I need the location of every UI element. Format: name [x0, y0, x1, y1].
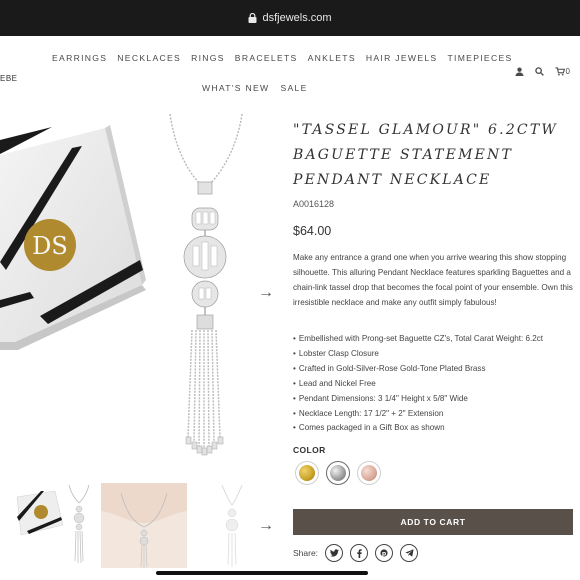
pinterest-icon[interactable]: p	[375, 544, 394, 562]
search-icon[interactable]	[534, 67, 544, 76]
nav-item-earrings[interactable]: EARRINGS	[52, 53, 107, 63]
home-indicator	[156, 571, 368, 575]
browser-url-bar[interactable]: dsfjewels.com	[0, 0, 580, 36]
nav-item-rings[interactable]: RINGS	[191, 53, 225, 63]
nav-item-bracelets[interactable]: BRACELETS	[235, 53, 298, 63]
thumbnail-next-arrow[interactable]: →	[258, 517, 274, 535]
color-swatch-rose-gold[interactable]	[357, 461, 381, 485]
product-description: Make any entrance a grand one when you a…	[293, 253, 573, 307]
swatch-fill-rose-gold	[361, 465, 377, 481]
header-icons: 0	[514, 67, 570, 76]
feature-item: Necklace Length: 17 1/2" + 2" Extension	[293, 407, 578, 422]
nav-item-necklaces[interactable]: NECKLACES	[117, 53, 181, 63]
product-title: "TASSEL GLAMOUR" 6.2CTW BAGUETTE STATEME…	[293, 122, 558, 188]
product-price: $64.00	[293, 224, 332, 238]
add-to-cart-button[interactable]: ADD TO CART	[293, 509, 573, 535]
share-label: Share:	[293, 548, 319, 558]
nav-item-whats-new[interactable]: WHAT'S NEW	[202, 83, 269, 93]
thumbnail-model-wearing[interactable]	[101, 483, 187, 568]
thumbnail-gift-box[interactable]	[15, 483, 65, 568]
swatch-fill-silver	[330, 465, 346, 481]
product-sku: A0016128	[293, 199, 335, 209]
ds-logo-text: DS	[32, 232, 68, 260]
product-image-necklace[interactable]	[162, 112, 248, 472]
nav-item-sale[interactable]: SALE	[280, 83, 307, 93]
thumbnail-necklace-detail[interactable]	[212, 483, 252, 568]
facebook-icon[interactable]	[350, 544, 369, 562]
brand-logo-fragment[interactable]: EBE	[0, 74, 18, 83]
svg-text:p: p	[382, 550, 387, 557]
swatch-fill-gold	[299, 465, 315, 481]
cart-count: 0	[565, 67, 570, 76]
telegram-icon[interactable]	[400, 544, 419, 562]
thumbnail-necklace[interactable]	[65, 483, 93, 568]
gallery-next-arrow[interactable]: →	[258, 284, 274, 302]
lock-icon	[248, 13, 257, 23]
feature-item: Comes packaged in a Gift Box as shown	[293, 421, 578, 436]
main-nav-row2: WHAT'S NEW SALE	[202, 83, 308, 93]
user-icon[interactable]	[514, 67, 524, 76]
twitter-icon[interactable]	[325, 544, 344, 562]
product-image-gift-box[interactable]: DS	[0, 110, 150, 350]
main-nav: EARRINGS NECKLACES RINGS BRACELETS ANKLE…	[52, 53, 513, 63]
feature-item: Crafted in Gold-Silver-Rose Gold-Tone Pl…	[293, 362, 578, 377]
cart-icon[interactable]	[555, 67, 565, 76]
url-text: dsfjewels.com	[262, 12, 332, 24]
color-swatch-silver[interactable]	[326, 461, 350, 485]
nav-item-timepieces[interactable]: TIMEPIECES	[447, 53, 512, 63]
feature-list: Embellished with Prong-set Baguette CZ's…	[293, 332, 578, 436]
color-swatch-gold[interactable]	[295, 461, 319, 485]
color-label: COLOR	[293, 445, 326, 455]
share-bar: Share: p	[293, 544, 419, 562]
nav-item-hair-jewels[interactable]: HAIR JEWELS	[366, 53, 438, 63]
feature-item: Lead and Nickel Free	[293, 377, 578, 392]
feature-item: Pendant Dimensions: 3 1/4" Height x 5/8"…	[293, 392, 578, 407]
feature-item: Lobster Clasp Closure	[293, 347, 578, 362]
nav-item-anklets[interactable]: ANKLETS	[308, 53, 356, 63]
feature-item: Embellished with Prong-set Baguette CZ's…	[293, 332, 578, 347]
